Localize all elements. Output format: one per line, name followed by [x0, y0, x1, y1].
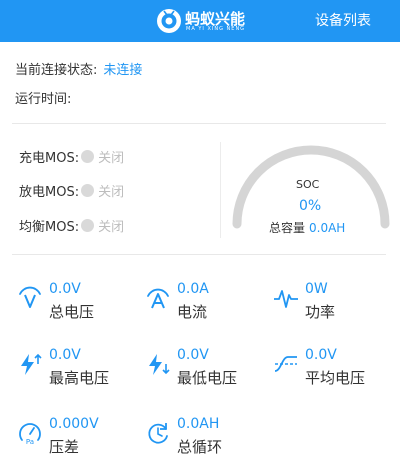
current-a-icon: [147, 288, 169, 309]
total-cycles-value: 0.0AH: [177, 416, 220, 432]
avg-voltage-stat: 0.0V 平均电压: [273, 347, 393, 391]
max-voltage-stat: 0.0V 最高电压: [17, 347, 137, 391]
voltage-diff-value: 0.000V: [49, 416, 99, 432]
voltage-v-icon: [19, 286, 41, 308]
discharge-mos-label: 放电MOS:: [19, 185, 80, 200]
charge-mos-indicator: [81, 150, 95, 163]
balance-mos-indicator: [81, 219, 95, 232]
charge-mos-row: 充电MOS: 关闭: [19, 147, 124, 166]
total-voltage-value: 0.0V: [49, 281, 81, 297]
runtime-label: 运行时间:: [15, 92, 72, 107]
app-header: 蚂蚁兴能 MA YI XING NENG 设备列表: [0, 0, 400, 42]
divider-top: [12, 123, 386, 124]
power-stat: 0W 功率: [273, 281, 393, 325]
voltage-diff-stat: Pa 0.000V 压差: [17, 416, 137, 460]
connection-status: 当前连接状态: 未连接: [15, 59, 142, 78]
cycle-icon: [148, 423, 168, 444]
min-voltage-label: 最低电压: [177, 369, 238, 387]
divider-middle: [12, 254, 386, 255]
discharge-mos-indicator: [81, 184, 95, 197]
charge-mos-label: 充电MOS:: [19, 151, 80, 166]
soc-value: 0%: [299, 198, 322, 214]
bolt-down-icon: [149, 354, 170, 375]
total-capacity-label: 总容量: [269, 221, 306, 235]
logo-pinyin-text: MA YI XING NENG: [186, 26, 246, 32]
total-voltage-stat: 0.0V 总电压: [17, 281, 137, 325]
connection-status-label: 当前连接状态:: [15, 63, 98, 78]
balance-mos-row: 均衡MOS: 关闭: [19, 216, 124, 235]
avg-voltage-value: 0.0V: [305, 347, 337, 363]
pressure-gauge-icon: Pa: [19, 423, 41, 446]
min-voltage-value: 0.0V: [177, 347, 209, 363]
balance-mos-label: 均衡MOS:: [19, 220, 80, 235]
bolt-up-icon: [21, 353, 42, 375]
discharge-mos-row: 放电MOS: 关闭: [19, 181, 124, 200]
power-wave-icon: [274, 290, 298, 308]
current-value: 0.0A: [177, 281, 209, 297]
app-logo: 蚂蚁兴能 MA YI XING NENG: [155, 7, 245, 35]
average-curve-icon: [274, 356, 297, 372]
current-stat: 0.0A 电流: [145, 281, 265, 325]
avg-voltage-label: 平均电压: [305, 369, 366, 387]
charge-mos-state: 关闭: [98, 151, 125, 166]
divider-vertical: [220, 142, 221, 238]
min-voltage-stat: 0.0V 最低电压: [145, 347, 265, 391]
max-voltage-value: 0.0V: [49, 347, 81, 363]
total-capacity: 总容量 0.0AH: [269, 219, 345, 236]
total-cycles-label: 总循环: [177, 438, 223, 456]
voltage-diff-label: 压差: [49, 438, 80, 456]
ant-logo-icon: [157, 9, 181, 33]
current-label: 电流: [177, 303, 208, 321]
max-voltage-label: 最高电压: [49, 369, 110, 387]
connection-status-value: 未连接: [103, 63, 143, 78]
balance-mos-state: 关闭: [98, 220, 125, 235]
svg-text:Pa: Pa: [26, 438, 34, 446]
soc-label: SOC: [296, 178, 320, 191]
device-list-button[interactable]: 设备列表: [315, 10, 371, 30]
discharge-mos-state: 关闭: [98, 185, 125, 200]
power-value: 0W: [305, 281, 328, 297]
power-label: 功率: [305, 303, 336, 321]
total-cycles-stat: 0.0AH 总循环: [145, 416, 265, 460]
total-capacity-value: 0.0AH: [309, 221, 346, 235]
total-voltage-label: 总电压: [49, 303, 95, 321]
